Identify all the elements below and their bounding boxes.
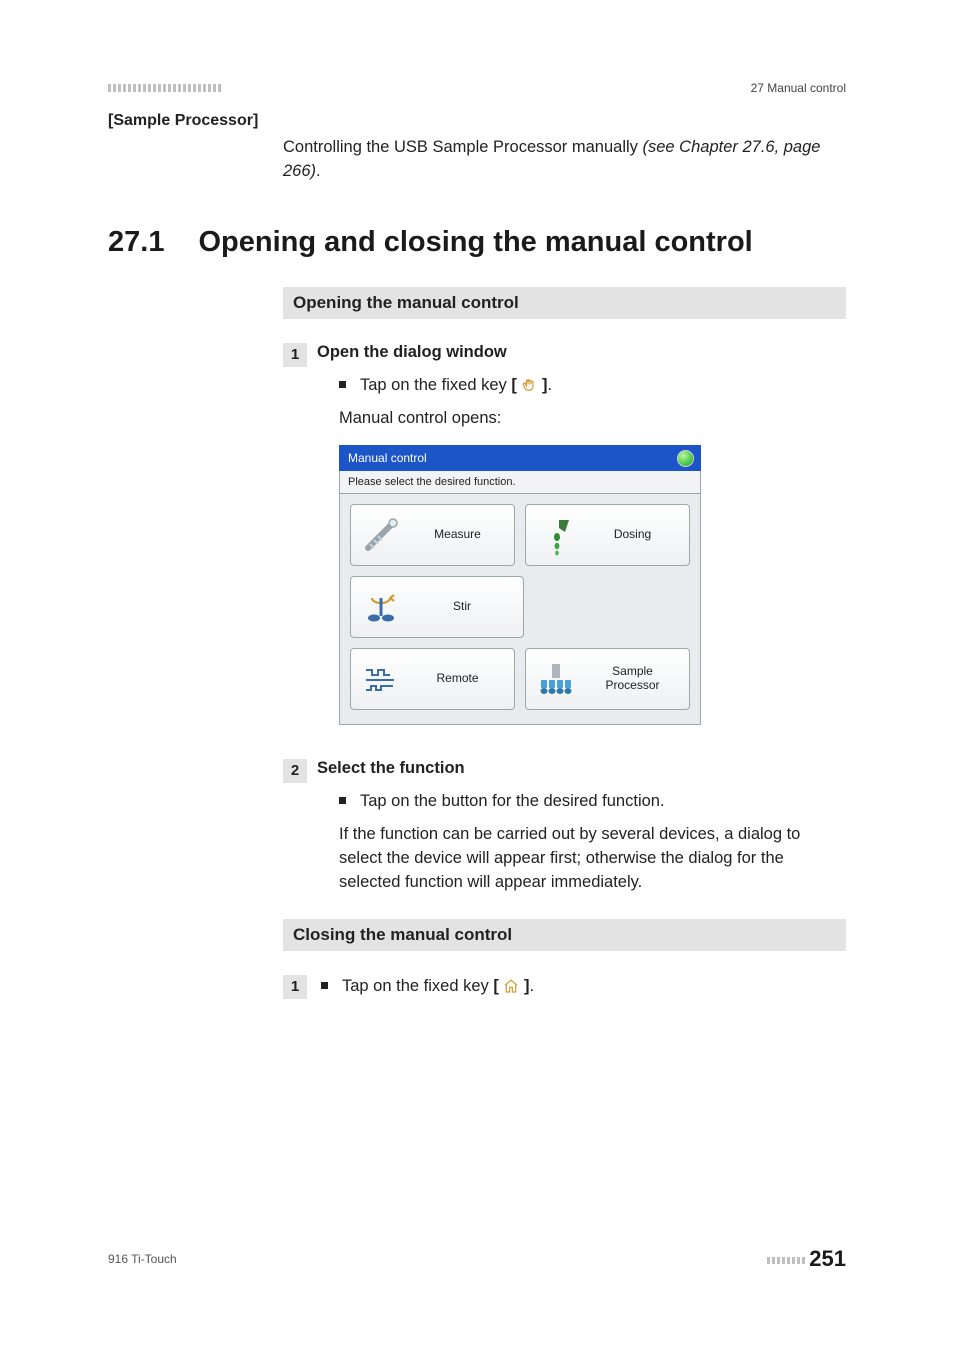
- bullet-icon: [321, 982, 328, 989]
- section-heading: 27.1 Opening and closing the manual cont…: [108, 226, 846, 259]
- section-title: Opening and closing the manual control: [198, 226, 752, 259]
- header-ornament-left: [108, 84, 221, 92]
- remote-button[interactable]: Remote: [350, 648, 515, 710]
- dosing-label: Dosing: [584, 528, 681, 542]
- dosing-button[interactable]: Dosing: [525, 504, 690, 566]
- sample-processor-label: Sample Processor: [584, 665, 681, 693]
- footer-page-number-block: 251: [767, 1246, 846, 1272]
- procedure-title-bar: Opening the manual control: [283, 287, 846, 319]
- step-result: If the function can be carried out by se…: [339, 823, 846, 895]
- step-bullet: Tap on the fixed key [ ].: [339, 374, 846, 397]
- page-footer: 916 Ti-Touch 251: [108, 1246, 846, 1272]
- screenshot-title: Manual control: [348, 451, 427, 465]
- stir-button[interactable]: Stir: [350, 576, 524, 638]
- key-close-bracket: ]: [537, 376, 547, 394]
- key-open-bracket: [: [493, 977, 503, 995]
- procedure-title-bar: Closing the manual control: [283, 919, 846, 951]
- sample-processor-icon: [534, 657, 578, 701]
- screenshot-button-grid: Measure Dosing: [339, 494, 701, 725]
- dosing-icon: [534, 513, 578, 557]
- embedded-screenshot: Manual control Please select the desired…: [339, 445, 701, 725]
- page-header: 27 Manual control: [108, 78, 846, 98]
- definition-term: [Sample Processor]: [108, 112, 846, 130]
- bullet-text-pre: Tap on the fixed key: [360, 376, 511, 394]
- header-chapter-label: 27 Manual control: [751, 81, 846, 95]
- step-bullet: Tap on the fixed key [ ].: [321, 975, 846, 998]
- bullet-text: Tap on the button for the desired functi…: [360, 790, 665, 813]
- key-open-bracket: [: [511, 376, 521, 394]
- step-number: 2: [283, 759, 307, 783]
- stir-label: Stir: [409, 600, 515, 614]
- footer-page-number: 251: [809, 1246, 846, 1271]
- step-result: Manual control opens:: [339, 407, 846, 431]
- bullet-icon: [339, 797, 346, 804]
- definition-body: Controlling the USB Sample Processor man…: [283, 136, 846, 184]
- procedure-open: Opening the manual control 1 Open the di…: [283, 287, 846, 1008]
- status-led-icon: [677, 450, 694, 467]
- footer-product-name: 916 Ti-Touch: [108, 1252, 177, 1266]
- step-title: Select the function: [317, 759, 846, 778]
- empty-cell: [534, 576, 690, 638]
- step-number: 1: [283, 343, 307, 367]
- screenshot-instruction: Please select the desired function.: [339, 471, 701, 494]
- hand-icon: [521, 377, 537, 393]
- definition-text-tail: .: [316, 162, 321, 180]
- step-bullet: Tap on the button for the desired functi…: [339, 790, 846, 813]
- step-1: 1 Open the dialog window Tap on the fixe…: [283, 343, 846, 749]
- stir-icon: [359, 585, 403, 629]
- bullet-icon: [339, 381, 346, 388]
- remote-label: Remote: [409, 672, 506, 686]
- footer-ornament: [767, 1257, 805, 1264]
- bullet-text-pre: Tap on the fixed key: [342, 977, 493, 995]
- sample-processor-button[interactable]: Sample Processor: [525, 648, 690, 710]
- close-step-1: 1 Tap on the fixed key [ ].: [283, 975, 846, 1008]
- measure-label: Measure: [409, 528, 506, 542]
- measure-button[interactable]: Measure: [350, 504, 515, 566]
- home-icon: [503, 978, 519, 994]
- bullet-text-post: .: [548, 376, 553, 394]
- step-title: Open the dialog window: [317, 343, 846, 362]
- screenshot-titlebar: Manual control: [339, 445, 701, 471]
- step-2: 2 Select the function Tap on the button …: [283, 759, 846, 895]
- bullet-text-post: .: [530, 977, 535, 995]
- measure-icon: [359, 513, 403, 557]
- section-number: 27.1: [108, 226, 164, 259]
- remote-icon: [359, 657, 403, 701]
- step-number: 1: [283, 975, 307, 999]
- definition-text-main: Controlling the USB Sample Processor man…: [283, 138, 643, 156]
- key-close-bracket: ]: [519, 977, 529, 995]
